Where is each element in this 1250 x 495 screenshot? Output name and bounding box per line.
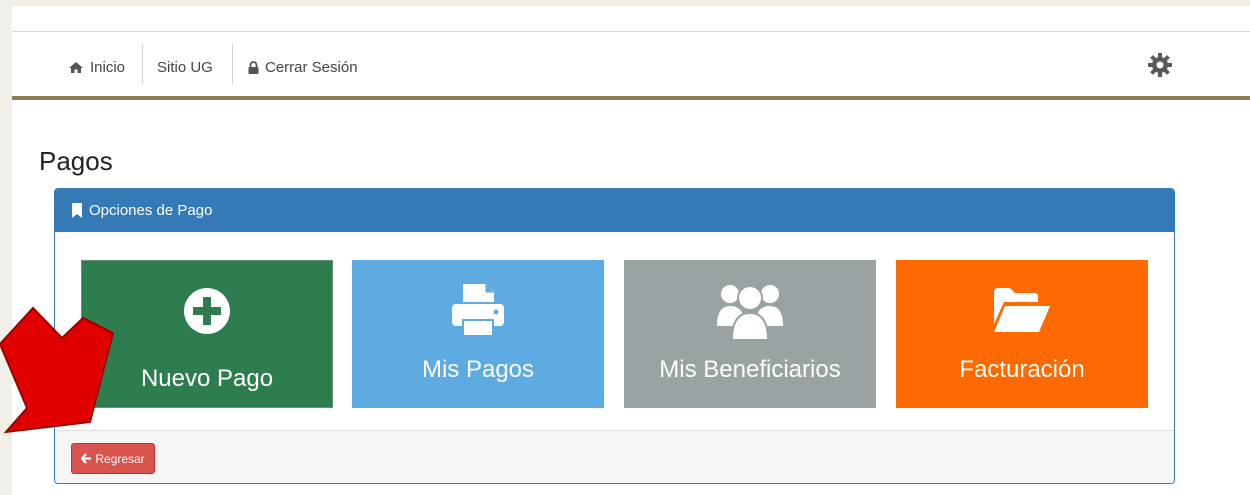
home-icon xyxy=(69,61,83,73)
nav-home-label: Inicio xyxy=(90,58,126,76)
nav-logout-link[interactable]: Cerrar Sesión xyxy=(248,50,358,84)
panel-header: Opciones de Pago xyxy=(55,189,1174,232)
nav-home-link[interactable]: Inicio xyxy=(68,50,125,84)
printer-icon xyxy=(452,284,504,337)
nav-logout-label: Cerrar Sesión xyxy=(265,58,358,76)
my-payments-label: Mis Pagos xyxy=(421,356,535,383)
new-payment-label: Nuevo Pago xyxy=(140,365,274,392)
nav-site-link[interactable]: Sitio UG xyxy=(157,50,213,84)
back-button[interactable]: Regresar xyxy=(71,443,155,474)
panel-heading: Opciones de Pago xyxy=(89,202,213,219)
back-button-label: Regresar xyxy=(95,451,145,466)
nav-divider xyxy=(142,44,143,84)
my-beneficiaries-tile[interactable]: Mis Beneficiarios xyxy=(624,260,876,408)
invoicing-tile[interactable]: Facturación xyxy=(896,260,1148,408)
invoicing-label: Facturación xyxy=(959,356,1085,383)
bookmark-icon xyxy=(72,203,82,218)
arrow-left-icon xyxy=(81,453,92,464)
page-title: Pagos xyxy=(39,146,113,176)
panel-body: Nuevo Pago Mis Pagos Mis Beneficiarios F… xyxy=(55,232,1174,424)
nav-divider xyxy=(232,44,233,84)
folder-open-icon xyxy=(994,288,1050,332)
my-payments-tile[interactable]: Mis Pagos xyxy=(352,260,604,408)
payment-options-panel: Opciones de Pago Nuevo Pago Mis Pagos Mi… xyxy=(54,188,1175,484)
page: Inicio Sitio UG Cerrar Sesión Pagos Opci… xyxy=(12,6,1250,495)
plus-circle-icon xyxy=(184,288,230,334)
gear-icon[interactable] xyxy=(1147,52,1173,78)
users-icon xyxy=(717,285,783,340)
my-beneficiaries-label: Mis Beneficiarios xyxy=(659,356,841,383)
top-navigation: Inicio Sitio UG Cerrar Sesión xyxy=(12,31,1250,100)
lock-icon xyxy=(248,60,259,74)
annotation-arrow xyxy=(0,306,115,434)
panel-footer: Regresar xyxy=(55,430,1174,483)
nav-site-label: Sitio UG xyxy=(157,58,213,76)
